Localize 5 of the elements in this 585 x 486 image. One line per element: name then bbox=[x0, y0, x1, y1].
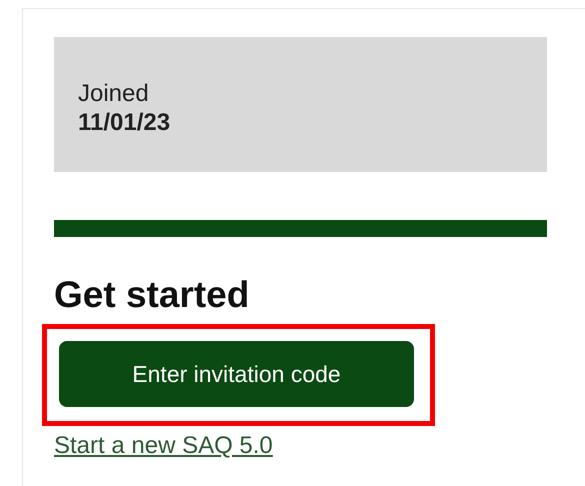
enter-code-button[interactable]: Enter invitation code bbox=[59, 341, 414, 407]
new-saq-link[interactable]: Start a new SAQ 5.0 bbox=[54, 432, 273, 460]
section-heading: Get started bbox=[54, 273, 250, 317]
joined-label: Joined bbox=[78, 79, 150, 108]
joined-date: 11/01/23 bbox=[78, 108, 172, 138]
